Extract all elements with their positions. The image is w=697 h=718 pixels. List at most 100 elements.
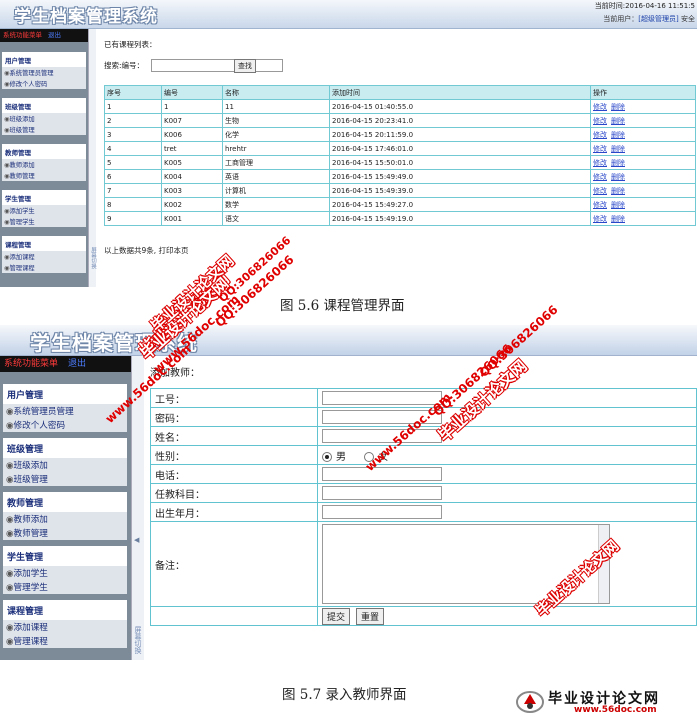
main-panel: 添加教师： 工号： 密码： 姓名： 性别： 男 女 电话： 任教科目： 出生年月…	[144, 356, 697, 660]
field-label: 任教科目：	[150, 483, 318, 503]
app-title: 学生档案管理系统	[30, 331, 198, 355]
teacher-id-input[interactable]	[322, 391, 442, 405]
menu-group-title: 学生管理	[3, 546, 127, 566]
table-cell: hrehtr	[222, 141, 330, 156]
current-user-name: [超级管理员]	[638, 15, 679, 23]
menu-item[interactable]: 班级管理	[2, 124, 86, 135]
menu-group-user: 用户管理 系统管理员管理 修改个人密码	[2, 52, 86, 89]
menu-item[interactable]: 管理学生	[2, 216, 86, 227]
table-cell: 数学	[222, 197, 330, 212]
sidebar-top: 系统功能菜单 退出	[0, 29, 88, 42]
column-header: 序号	[104, 85, 162, 100]
gender-female-radio[interactable]	[364, 451, 375, 462]
delete-link[interactable]: 删除	[611, 159, 625, 167]
actions-cell: 修改 删除	[590, 211, 696, 226]
delete-link[interactable]: 删除	[611, 187, 625, 195]
menu-item[interactable]: 班级添加	[2, 113, 86, 124]
form-title: 添加教师：	[150, 368, 200, 379]
menu-group-title: 教师管理	[3, 492, 127, 512]
menu-item[interactable]: 管理课程	[3, 634, 127, 648]
split-label: 屏幕切换	[134, 626, 142, 654]
menu-group-title: 课程管理	[3, 600, 127, 620]
subject-input[interactable]	[322, 486, 442, 500]
safe-exit-link[interactable]: 安全	[681, 15, 695, 23]
password-input[interactable]	[322, 410, 442, 424]
actions-cell: 修改 删除	[590, 155, 696, 170]
edit-link[interactable]: 修改	[593, 201, 607, 209]
table-cell: 2016-04-15 17:46:01.0	[329, 141, 591, 156]
table-cell: 计算机	[222, 183, 330, 198]
edit-link[interactable]: 修改	[593, 131, 607, 139]
menu-item[interactable]: 班级添加	[3, 458, 127, 472]
menu-item[interactable]: 教师管理	[3, 526, 127, 540]
field-label: 性别：	[150, 445, 318, 465]
menu-item[interactable]: 修改个人密码	[2, 78, 86, 89]
menu-item[interactable]: 班级管理	[3, 472, 127, 486]
menu-item[interactable]: 教师管理	[2, 170, 86, 181]
delete-link[interactable]: 删除	[611, 131, 625, 139]
edit-link[interactable]: 修改	[593, 159, 607, 167]
exit-link[interactable]: 退出	[48, 31, 61, 39]
menu-item[interactable]: 教师添加	[3, 512, 127, 526]
menu-item[interactable]: 管理课程	[2, 262, 86, 273]
table-cell: 2016-04-15 01:40:55.0	[329, 99, 591, 114]
sidebar-toggle[interactable]: ◀ 屏幕切换	[131, 356, 144, 660]
current-time: 当前时间:2016-04-16 11:51:5	[594, 2, 695, 10]
sidebar-top: 系统功能菜单 退出	[0, 356, 131, 372]
table-cell: tret	[161, 141, 223, 156]
submit-button[interactable]: 提交	[322, 607, 351, 625]
edit-link[interactable]: 修改	[593, 173, 607, 181]
delete-link[interactable]: 删除	[611, 103, 625, 111]
table-cell: K001	[161, 211, 223, 226]
delete-link[interactable]: 删除	[611, 117, 625, 125]
search-button[interactable]: 查找	[234, 59, 256, 73]
menu-item[interactable]: 添加学生	[2, 205, 86, 216]
logo-icon	[516, 691, 544, 713]
phone-input[interactable]	[322, 467, 442, 481]
edit-link[interactable]: 修改	[593, 145, 607, 153]
delete-link[interactable]: 删除	[611, 173, 625, 181]
edit-link[interactable]: 修改	[593, 117, 607, 125]
remark-textarea[interactable]	[322, 524, 610, 604]
menu-item[interactable]: 添加学生	[3, 566, 127, 580]
add-teacher-screenshot: 学生档案管理系统 系统功能菜单退出 用户管理 系统管理员管理 修改个人密码 班级…	[0, 325, 697, 660]
field-label: 密码：	[150, 407, 318, 427]
menu-item[interactable]: 系统管理员管理	[3, 404, 127, 418]
delete-link[interactable]: 删除	[611, 201, 625, 209]
collapse-arrow-icon[interactable]: ◀	[134, 536, 139, 544]
menu-item[interactable]: 添加课程	[2, 251, 86, 262]
table-cell: 化学	[222, 127, 330, 142]
menu-item[interactable]: 修改个人密码	[3, 418, 127, 432]
search-input[interactable]	[151, 59, 283, 72]
table-body: 1 1 11 2016-04-15 01:40:55.0 修改 删除 2 K007 生物 2016…	[104, 99, 696, 226]
delete-link[interactable]: 删除	[611, 145, 625, 153]
menu-group-student: 学生管理 添加学生 管理学生	[2, 190, 86, 227]
birth-input[interactable]	[322, 505, 442, 519]
delete-link[interactable]: 删除	[611, 215, 625, 223]
edit-link[interactable]: 修改	[593, 187, 607, 195]
name-input[interactable]	[322, 429, 442, 443]
table-row: 6 K004 英语 2016-04-15 15:49:49.0 修改 删除	[104, 169, 696, 184]
sidebar-toggle[interactable]: 屏幕切换	[88, 29, 96, 287]
gender-male-radio[interactable]	[322, 451, 332, 462]
app-header: 学生档案管理系统 当前时间:2016-04-16 11:51:5 当前用户：[超…	[0, 0, 697, 29]
reset-button[interactable]: 重置	[356, 607, 385, 625]
menu-item[interactable]: 添加课程	[3, 620, 127, 634]
menu-item[interactable]: 系统管理员管理	[2, 67, 86, 78]
course-management-screenshot: 学生档案管理系统 当前时间:2016-04-16 11:51:5 当前用户：[超…	[0, 0, 697, 288]
menu-group-title: 用户管理	[2, 52, 86, 67]
edit-link[interactable]: 修改	[593, 215, 607, 223]
edit-link[interactable]: 修改	[593, 103, 607, 111]
teacher-form: 工号： 密码： 姓名： 性别： 男 女 电话： 任教科目： 出生年月： 备注： …	[150, 388, 697, 626]
app-title: 学生档案管理系统	[14, 7, 158, 27]
menu-item[interactable]: 管理学生	[3, 580, 127, 594]
site-logo: 毕业设计论文网 www.56doc.com	[516, 688, 691, 716]
field-label: 姓名：	[150, 426, 318, 446]
menu-item[interactable]: 教师添加	[2, 159, 86, 170]
main-panel: 已有课程列表： 搜索:编号： 查找 序号 编号 名称 添加时间 操作 1 1 11 2…	[96, 29, 696, 287]
table-cell: 2	[104, 113, 162, 128]
actions-cell: 修改 删除	[590, 141, 696, 156]
table-cell: 2016-04-15 15:50:01.0	[329, 155, 591, 170]
table-cell: 11	[222, 99, 330, 114]
exit-link[interactable]: 退出	[68, 359, 86, 369]
